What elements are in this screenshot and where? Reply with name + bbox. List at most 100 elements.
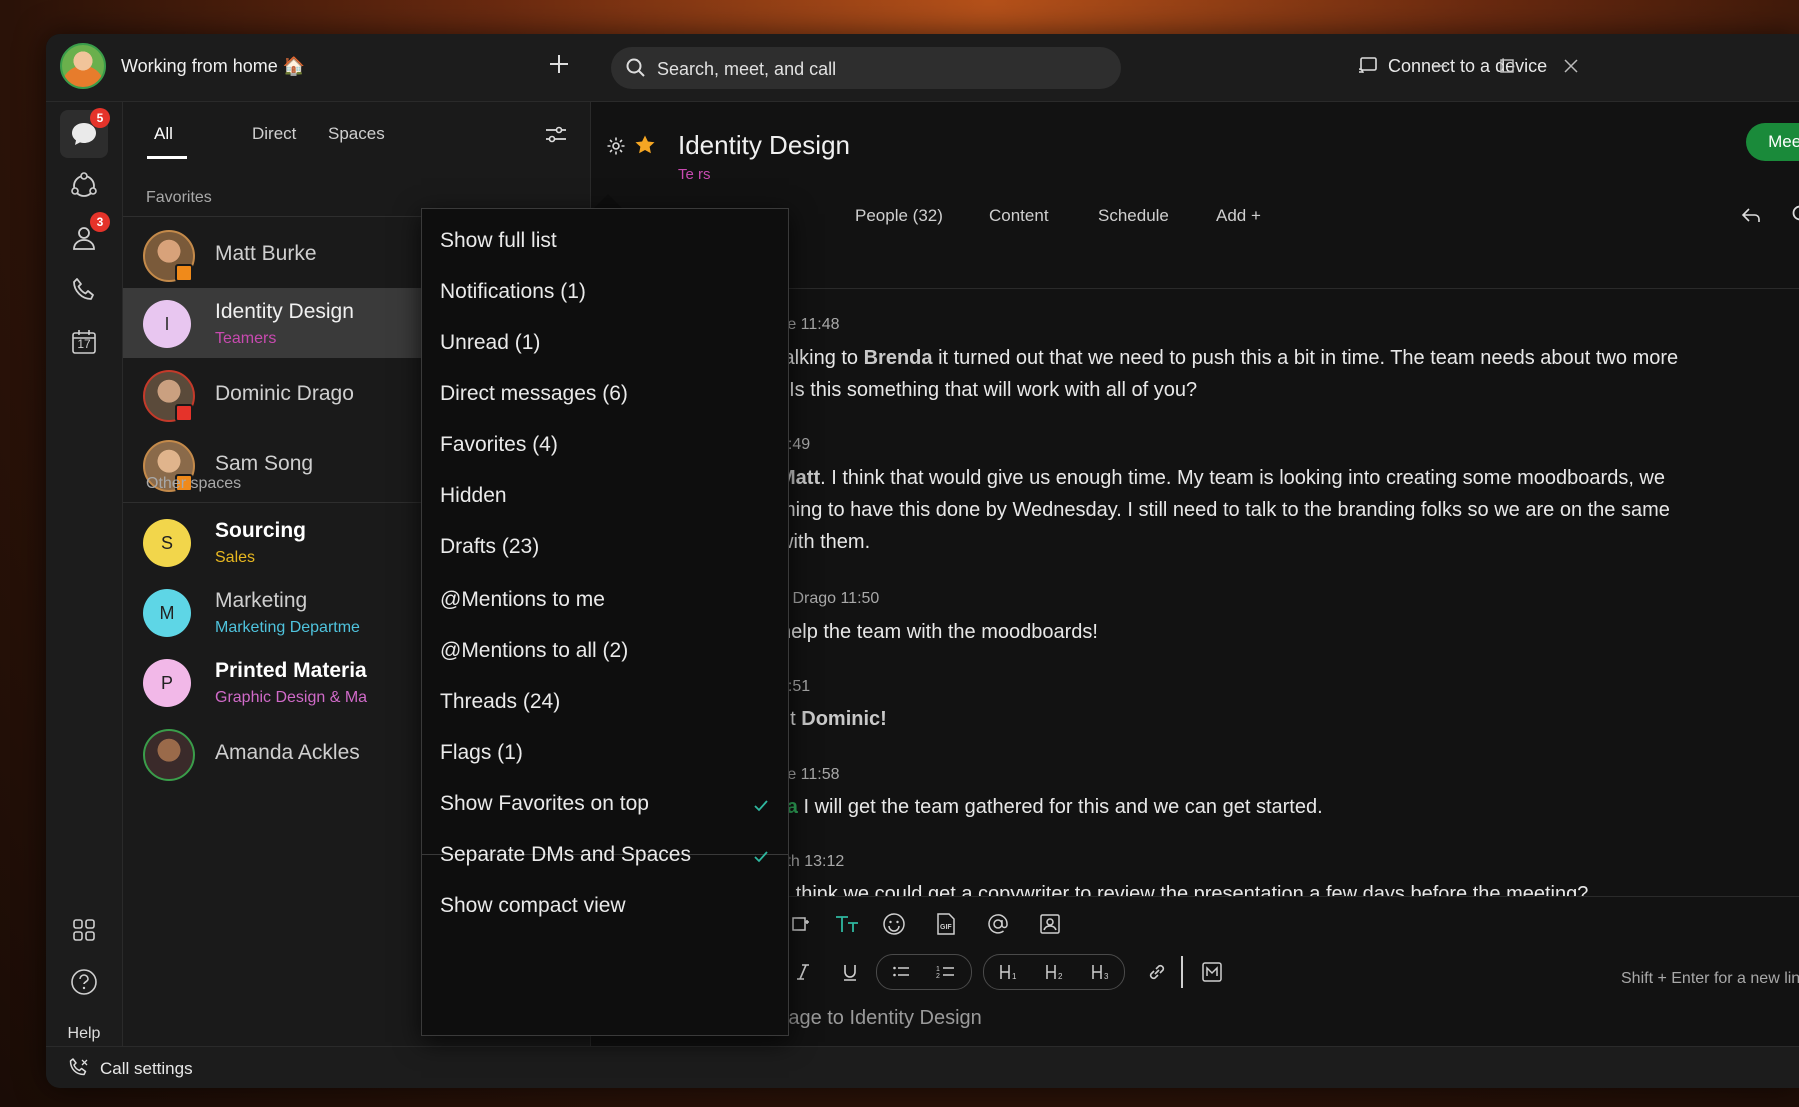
gif-button[interactable]: GIF: [931, 909, 961, 939]
menu-item-notifications[interactable]: Notifications (1): [440, 280, 586, 304]
underline-icon: [844, 965, 856, 981]
italic-icon: [797, 964, 809, 980]
status-bar: Call settings: [46, 1046, 1799, 1088]
help-label: Help: [67, 1025, 101, 1042]
list-item-name: Identity Design: [215, 300, 354, 323]
close-button[interactable]: [1551, 48, 1591, 88]
call-settings-button[interactable]: Call settings: [100, 1059, 193, 1079]
new-item-button[interactable]: [542, 50, 576, 84]
tab-add[interactable]: Add +: [1216, 206, 1261, 226]
minimize-button[interactable]: [1420, 48, 1460, 88]
space-subtitle: Te rs: [678, 166, 711, 183]
list-item-sub: Graphic Design & Ma: [215, 689, 368, 706]
heading-1-button[interactable]: 1: [995, 957, 1025, 987]
markdown-button[interactable]: [1197, 957, 1227, 987]
tab-schedule[interactable]: Schedule: [1098, 206, 1169, 226]
link-button[interactable]: [1142, 957, 1172, 987]
star-icon[interactable]: [634, 134, 656, 156]
threads-icon[interactable]: [1739, 204, 1763, 228]
maximize-icon: [1500, 59, 1514, 73]
favorites-section-label: Favorites: [146, 189, 212, 206]
list-item-name: Sourcing: [215, 519, 307, 542]
menu-item-drafts[interactable]: Drafts (23): [440, 535, 539, 559]
space-title: Identity Design: [678, 130, 850, 160]
list-item-name: Marketing: [215, 589, 308, 612]
rail-contacts[interactable]: 3: [60, 212, 110, 262]
rail-calendar[interactable]: 17: [60, 318, 108, 366]
underline-button[interactable]: [835, 957, 865, 987]
tab-spaces[interactable]: Spaces: [328, 124, 385, 144]
heading-2-icon: 2: [1046, 965, 1063, 981]
bullet-list-button[interactable]: [886, 957, 916, 987]
message-input[interactable]: [670, 1002, 1574, 1034]
list-item-sub: Marketing Departme: [215, 619, 360, 636]
status-text[interactable]: Working from home 🏠: [121, 56, 305, 77]
menu-item-threads[interactable]: Threads (24): [440, 690, 560, 714]
filter-button[interactable]: [543, 122, 573, 152]
rail-help[interactable]: [60, 958, 108, 1006]
toolbar-separator: [1181, 956, 1183, 988]
message-clip: u think we could get a copywriter to rev…: [779, 878, 1779, 896]
format-text-button[interactable]: [832, 909, 862, 939]
my-avatar[interactable]: [60, 43, 106, 89]
rail-messaging[interactable]: 5: [60, 108, 110, 158]
message-text: Matt. I think that would give us enough …: [779, 467, 1670, 553]
maximize-button[interactable]: [1487, 48, 1527, 88]
menu-option-favorites-on-top[interactable]: Show Favorites on top: [440, 792, 649, 816]
tab-direct[interactable]: Direct: [252, 124, 296, 144]
rail-apps[interactable]: [60, 906, 108, 954]
menu-option-compact-view[interactable]: Show compact view: [440, 894, 626, 918]
rail-teams[interactable]: [60, 162, 108, 210]
menu-option-separate-dms[interactable]: Separate DMs and Spaces: [440, 843, 691, 867]
heading-1-icon: 1: [1000, 965, 1017, 981]
search-icon: [626, 58, 645, 77]
emoji-button[interactable]: [879, 909, 909, 939]
list-item-sub: Sales: [215, 549, 256, 566]
svg-text:2: 2: [936, 973, 940, 980]
navigation-rail: 5 3 17 Help: [46, 102, 123, 1046]
tab-content[interactable]: Content: [989, 206, 1049, 226]
rail-calling[interactable]: [60, 266, 108, 314]
menu-item-hidden[interactable]: Hidden: [440, 484, 507, 508]
gear-icon[interactable]: [606, 136, 626, 156]
menu-item-show-full-list[interactable]: Show full list: [440, 229, 557, 253]
menu-item-unread[interactable]: Unread (1): [440, 331, 540, 355]
italic-button[interactable]: [788, 957, 818, 987]
help-icon: [71, 969, 97, 995]
messaging-badge: 5: [90, 108, 110, 128]
heading-3-icon: 3: [1092, 965, 1109, 981]
heading-2-button[interactable]: 2: [1041, 957, 1071, 987]
message-text: talking to Brenda it turned out that we …: [778, 347, 1679, 401]
search-box[interactable]: [611, 47, 1121, 91]
menu-item-mentions-to-all[interactable]: @Mentions to all (2): [440, 639, 628, 663]
search-input[interactable]: [655, 47, 1099, 91]
menu-item-favorites[interactable]: Favorites (4): [440, 433, 558, 457]
message-text: nt Dominic!: [779, 708, 887, 730]
message-text: u think we could get a copywriter to rev…: [779, 883, 1589, 896]
contact-card-button[interactable]: [1035, 909, 1065, 939]
menu-item-mentions-to-me[interactable]: @Mentions to me: [440, 588, 605, 612]
apps-grid-icon: [73, 919, 95, 941]
list-item-name: Matt Burke: [215, 242, 317, 265]
meet-button[interactable]: Meet: [1746, 123, 1799, 161]
attach-button[interactable]: [786, 909, 816, 939]
numbered-list-button[interactable]: 12: [931, 957, 961, 987]
presence-busy-icon: [175, 404, 193, 422]
search-icon[interactable]: [1791, 204, 1799, 226]
menu-item-direct-messages[interactable]: Direct messages (6): [440, 382, 628, 406]
tab-all[interactable]: All: [154, 124, 173, 144]
dropdown-arrow: [594, 194, 622, 208]
message-text: help the team with the moodboards!: [780, 621, 1098, 643]
mention-button[interactable]: [983, 909, 1013, 939]
close-icon: [1564, 59, 1578, 73]
title-bar: Working from home 🏠 Connect to a device: [46, 34, 1799, 102]
app-window: Working from home 🏠 Connect to a device …: [46, 34, 1799, 1088]
heading-3-button[interactable]: 3: [1087, 957, 1117, 987]
tab-underline: [147, 156, 187, 159]
contact-card-icon: [1040, 914, 1060, 934]
menu-item-flags[interactable]: Flags (1): [440, 741, 523, 765]
teams-icon: [71, 172, 97, 197]
list-tabs: All Direct Spaces: [123, 102, 590, 159]
tab-people[interactable]: People (32): [855, 206, 943, 226]
emoji-icon: [883, 913, 905, 935]
